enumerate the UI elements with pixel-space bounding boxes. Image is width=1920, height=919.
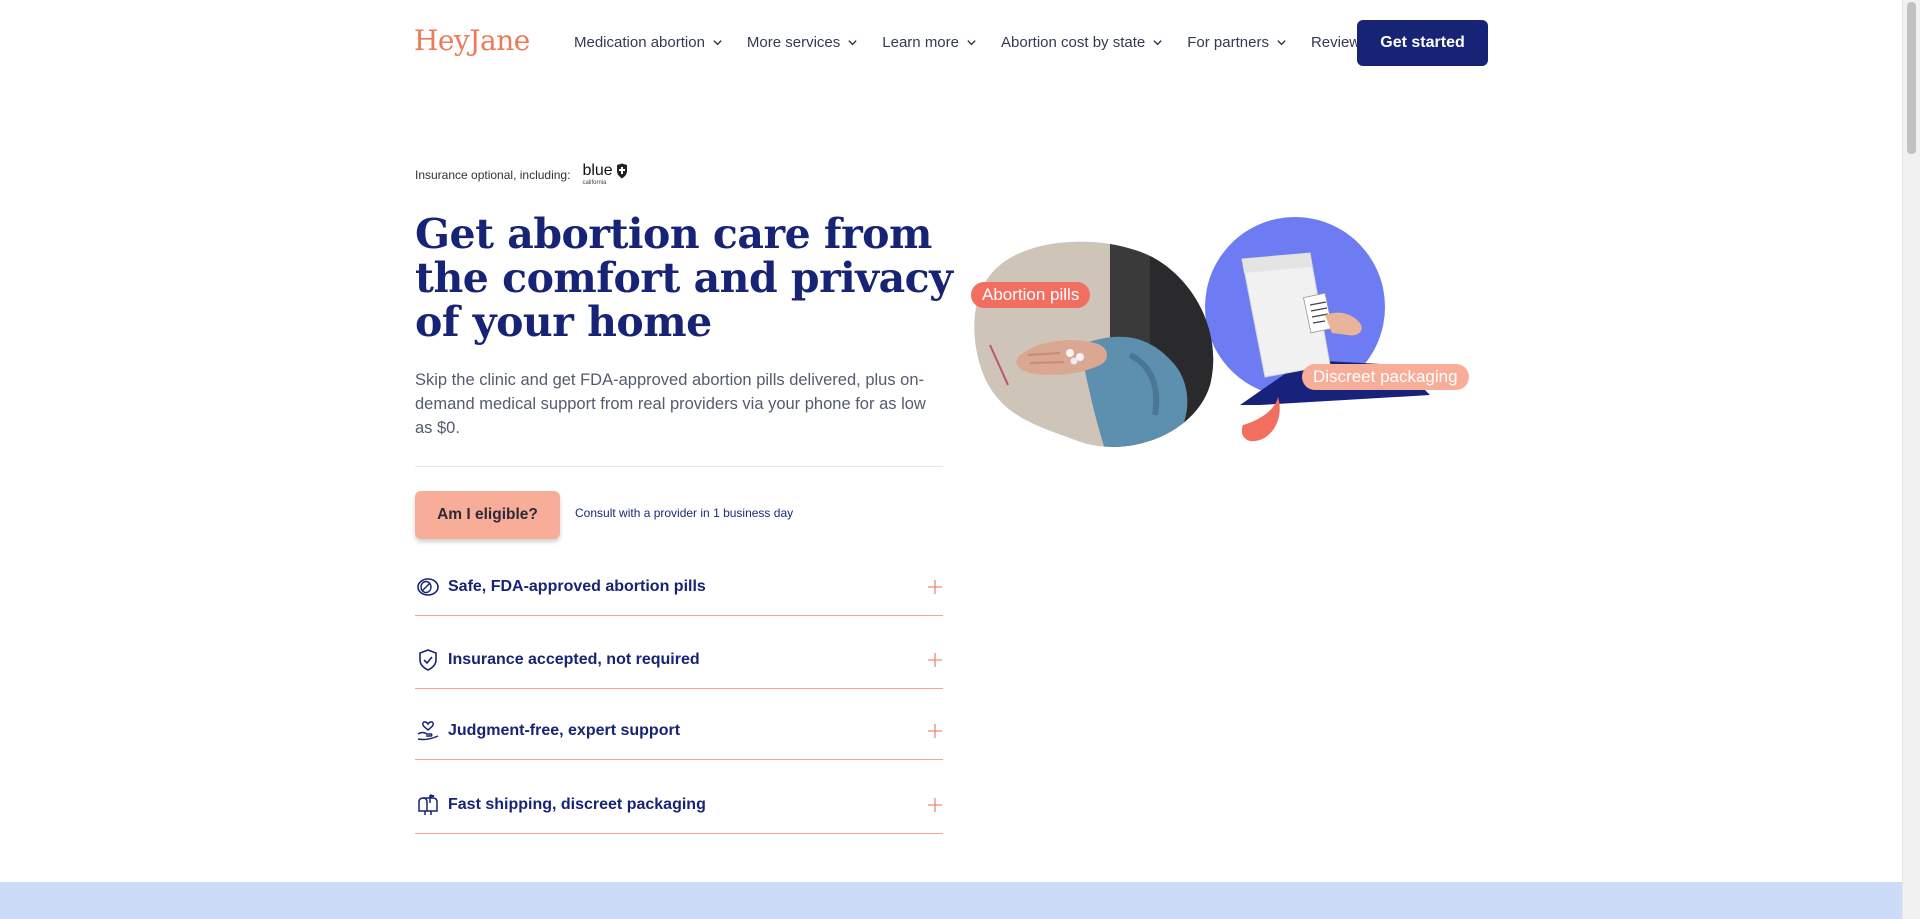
hero-illustration: Abortion pills Discreet packaging — [960, 215, 1500, 455]
chevron-down-icon — [967, 39, 976, 45]
feature-label: Fast shipping, discreet packaging — [448, 796, 706, 813]
page-scrollbar[interactable] — [1902, 0, 1920, 919]
hero-illustration-graphic — [974, 217, 1430, 447]
chevron-down-icon — [1277, 39, 1286, 45]
nav-for-partners[interactable]: For partners — [1187, 34, 1287, 51]
shield-check-icon — [419, 649, 437, 671]
nav-label: Learn more — [882, 33, 959, 51]
nav-label: For partners — [1187, 33, 1269, 51]
plus-icon[interactable] — [927, 797, 943, 813]
heart-hand-icon — [417, 721, 439, 741]
plus-icon[interactable] — [927, 579, 943, 595]
divider — [415, 466, 943, 467]
nav-label: Abortion cost by state — [1001, 33, 1146, 51]
hero-subtitle: Skip the clinic and get FDA-approved abo… — [415, 371, 926, 437]
insurance-text: Insurance optional, including: — [415, 167, 571, 182]
am-i-eligible-button[interactable]: Am I eligible? — [415, 491, 560, 539]
consult-note: Consult with a provider in 1 business da… — [575, 506, 794, 520]
chevron-down-icon — [1153, 39, 1162, 45]
feature-label: Insurance accepted, not required — [448, 651, 700, 668]
nav-learn-more[interactable]: Learn more — [882, 34, 977, 51]
heyjane-logo[interactable]: HeyJane — [414, 24, 530, 57]
feature-accordion-item[interactable]: Fast shipping, discreet packaging — [415, 777, 943, 834]
chevron-down-icon — [848, 39, 857, 45]
nav-medication-abortion[interactable]: Medication abortion — [574, 34, 723, 51]
feature-accordion-item[interactable]: Insurance accepted, not required — [415, 632, 943, 689]
photo-hand-with-pills — [974, 241, 1214, 447]
feature-accordion-item[interactable]: Safe, FDA-approved abortion pills — [415, 559, 943, 616]
shield-logo-icon — [616, 163, 627, 179]
nav-label: More services — [746, 33, 841, 51]
scrollbar-thumb[interactable] — [1907, 2, 1916, 154]
feature-label: Safe, FDA-approved abortion pills — [448, 578, 706, 595]
nav-label: Medication abortion — [574, 33, 705, 51]
nav-more-services[interactable]: More services — [747, 34, 858, 51]
chevron-down-icon — [713, 39, 722, 45]
pill-icon — [417, 578, 439, 596]
tag-discreet-packaging: Discreet packaging — [1302, 364, 1469, 390]
insurance-logo-subtext: california — [582, 180, 607, 186]
mailbox-icon — [418, 794, 438, 815]
next-section-band — [0, 882, 1903, 919]
plus-icon[interactable] — [927, 723, 943, 739]
main-nav: Medication abortion More services Learn … — [574, 0, 1392, 84]
nav-abortion-cost-by-state[interactable]: Abortion cost by state — [1001, 34, 1163, 51]
blue-shield-logo: blue california — [582, 163, 627, 186]
get-started-button[interactable]: Get started — [1357, 20, 1488, 66]
hero-title: Get abortion care from the comfort and p… — [415, 210, 953, 346]
insurance-logo-text: blue — [582, 162, 613, 179]
insurance-note: Insurance optional, including: blue cali… — [415, 163, 628, 186]
page: HeyJane Medication abortion More service… — [0, 0, 1903, 919]
plus-icon[interactable] — [927, 652, 943, 668]
feature-accordion-item[interactable]: Judgment-free, expert support — [415, 703, 943, 760]
feature-label: Judgment-free, expert support — [448, 722, 681, 739]
tag-abortion-pills: Abortion pills — [971, 282, 1091, 308]
